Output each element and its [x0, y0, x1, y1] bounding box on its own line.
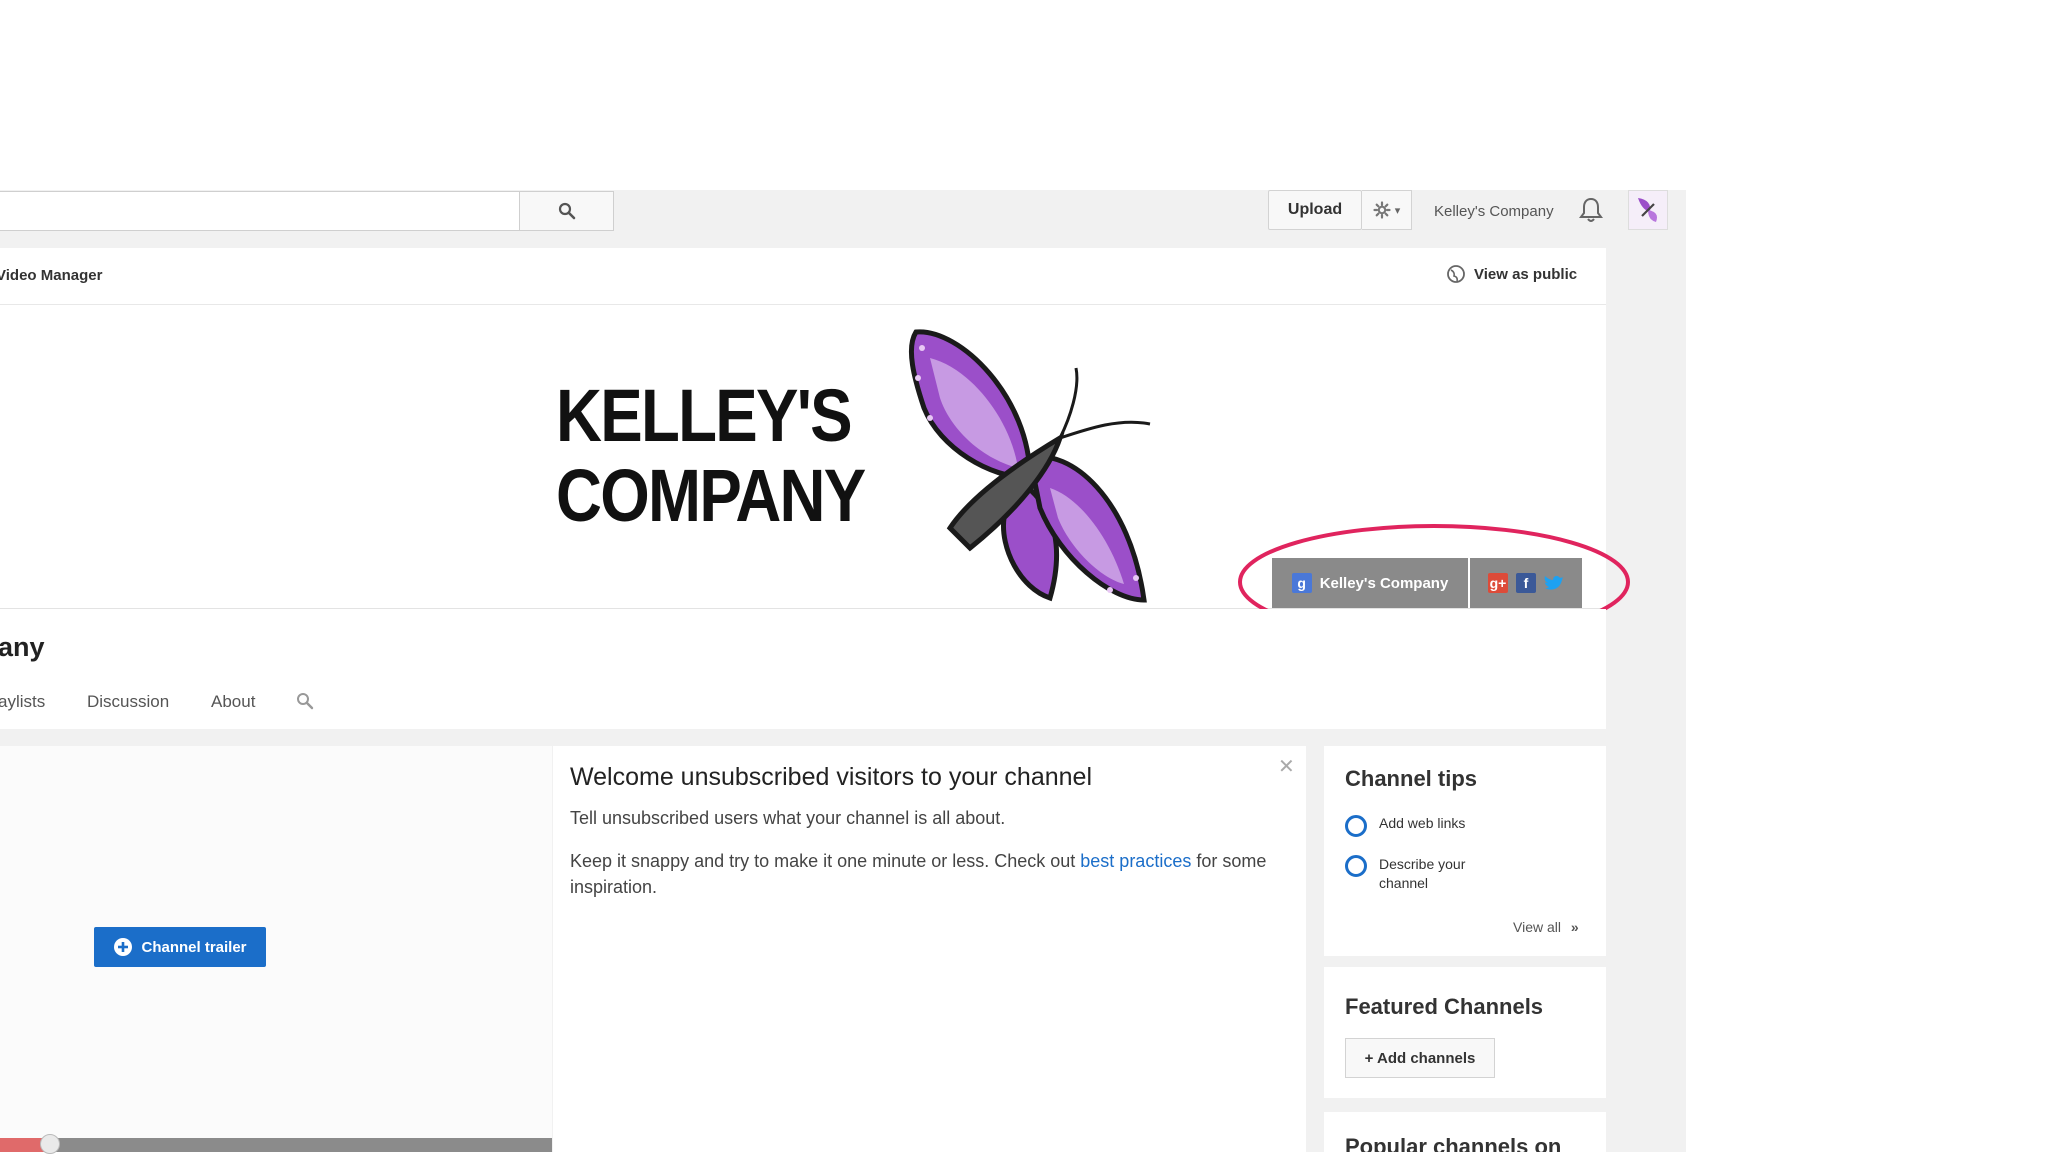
tip-label: Add web links	[1379, 815, 1466, 831]
tip-status-icon	[1345, 855, 1367, 877]
google-profile-icon: g	[1291, 573, 1312, 593]
video-progress-fill	[0, 1138, 45, 1152]
add-circle-icon	[114, 938, 133, 956]
view-as-public-link[interactable]: View as public	[1446, 264, 1577, 284]
banner-logo-text: KELLEY'S COMPANY	[556, 374, 866, 537]
banner-social-links: g Kelley's Company g+ f	[1272, 558, 1582, 608]
avatar[interactable]	[1628, 190, 1668, 230]
channel-tips-title: Channel tips	[1345, 766, 1478, 791]
tab-discussion[interactable]: Discussion	[87, 692, 169, 712]
social-name-label: Kelley's Company	[1319, 574, 1449, 592]
notifications-bell-icon[interactable]	[1578, 196, 1604, 229]
search-input[interactable]	[0, 191, 520, 231]
twitter-icon[interactable]	[1544, 573, 1564, 593]
globe-icon	[1447, 265, 1465, 283]
view-as-public-label: View as public	[1474, 265, 1578, 283]
tip-add-web-links[interactable]: Add web links	[1345, 815, 1465, 837]
video-manager-link[interactable]: Video Manager	[0, 267, 102, 284]
social-icons-group: g+ f	[1470, 558, 1582, 608]
tab-about[interactable]: About	[211, 692, 255, 712]
settings-dropdown-button[interactable]: ▾	[1362, 190, 1412, 230]
close-welcome-icon[interactable]: ✕	[1278, 754, 1295, 779]
tip-label: Describe your channel	[1379, 856, 1466, 891]
featured-channels-title: Featured Channels	[1345, 994, 1544, 1019]
google-plus-icon[interactable]: g+	[1488, 573, 1508, 593]
channel-search-icon[interactable]	[296, 692, 314, 715]
popular-channels-title: Popular channels on	[1345, 1134, 1562, 1152]
search-button[interactable]	[519, 191, 614, 231]
tab-playlists[interactable]: aylists	[0, 692, 45, 712]
facebook-icon[interactable]: f	[1516, 573, 1536, 593]
google-plus-profile-link[interactable]: g Kelley's Company	[1272, 558, 1468, 608]
welcome-tip-text: Keep it snappy and try to make it one mi…	[570, 851, 1267, 897]
featured-channels-panel	[1324, 967, 1606, 1098]
welcome-heading: Welcome unsubscribed visitors to your ch…	[570, 763, 1093, 791]
butterfly-avatar-icon	[1638, 198, 1657, 222]
search-icon	[558, 202, 575, 220]
right-gutter	[1606, 248, 1686, 1152]
butterfly-logo	[900, 328, 1160, 613]
tip-describe-channel[interactable]: Describe your channel	[1345, 855, 1489, 893]
welcome-panel	[553, 746, 1306, 1152]
channel-title: any	[0, 632, 45, 662]
channel-toolbar	[0, 248, 1606, 305]
welcome-description: Tell unsubscribed users what your channe…	[570, 808, 1006, 828]
upload-button[interactable]: Upload	[1268, 190, 1362, 230]
channel-trailer-button[interactable]: Channel trailer	[94, 927, 266, 967]
channel-trailer-label: Channel trailer	[141, 938, 247, 956]
account-name[interactable]: Kelley's Company	[1434, 203, 1554, 220]
double-chevron-right-icon: »	[1570, 919, 1579, 935]
tip-status-icon	[1345, 815, 1367, 837]
add-channels-button[interactable]: + Add channels	[1345, 1038, 1495, 1078]
gear-icon	[1373, 201, 1391, 219]
view-all-tips-link[interactable]: View all »	[1513, 919, 1579, 935]
trailer-player	[0, 746, 552, 1152]
video-progress-bar[interactable]	[0, 1138, 552, 1152]
chevron-down-icon: ▾	[1394, 204, 1401, 217]
best-practices-link[interactable]: best practices	[1080, 851, 1191, 871]
